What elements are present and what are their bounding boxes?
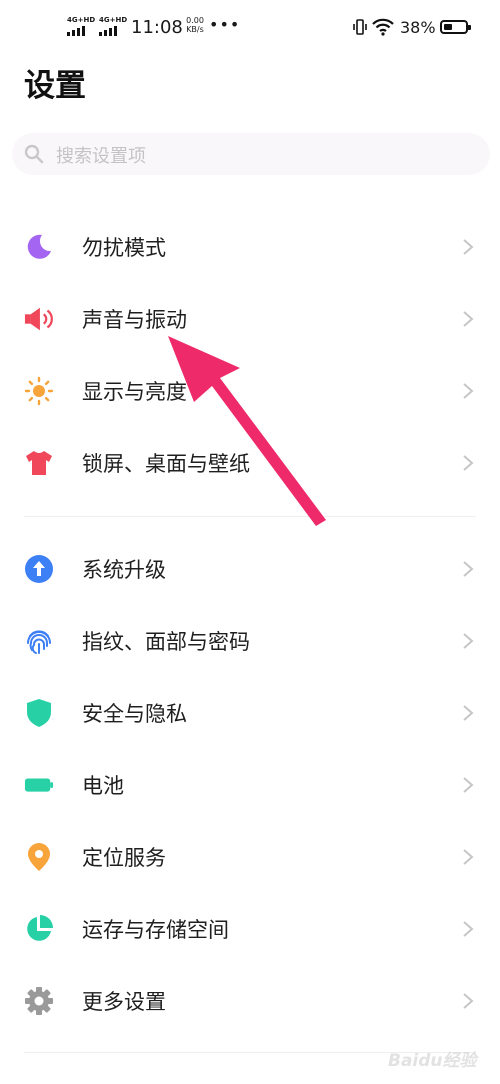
watermark-logo: Baidu经验 [384, 1040, 496, 1076]
speaker-icon [24, 304, 54, 334]
settings-item-label: 运存与存储空间 [82, 918, 229, 942]
more-notifications-icon: ••• [209, 15, 241, 34]
settings-item-label: 安全与隐私 [82, 702, 187, 726]
settings-item-lockscreen-wallpaper[interactable]: 锁屏、桌面与壁纸 [0, 426, 500, 498]
chevron-right-icon [463, 849, 474, 865]
settings-item-battery[interactable]: 电池 [0, 748, 500, 820]
watermark-text: Baidu经验 [388, 1051, 477, 1071]
settings-item-label: 指纹、面部与密码 [82, 630, 250, 654]
vibrate-icon [353, 19, 367, 35]
network-type-label: 4G+HD [67, 16, 96, 24]
section-divider [24, 516, 476, 517]
settings-item-sound-vibration[interactable]: 声音与振动 [0, 282, 500, 354]
settings-item-memory-storage[interactable]: 运存与存储空间 [0, 892, 500, 964]
gear-icon [24, 986, 54, 1016]
network-type-label: 4G+HD [99, 16, 128, 24]
search-icon [24, 144, 44, 164]
shield-icon [24, 698, 54, 728]
chevron-right-icon [463, 239, 474, 255]
moon-icon [24, 232, 54, 262]
settings-item-label: 定位服务 [82, 846, 166, 870]
settings-item-label: 勿扰模式 [82, 236, 166, 260]
settings-item-security-privacy[interactable]: 安全与隐私 [0, 676, 500, 748]
settings-item-location[interactable]: 定位服务 [0, 820, 500, 892]
pie-chart-icon [24, 914, 54, 944]
settings-item-label: 系统升级 [82, 558, 166, 582]
settings-item-fingerprint-face-password[interactable]: 指纹、面部与密码 [0, 604, 500, 676]
search-placeholder: 搜索设置项 [56, 146, 146, 167]
fingerprint-icon [24, 626, 54, 656]
network-speed-unit: KB/s [186, 25, 204, 34]
search-input[interactable]: 搜索设置项 [12, 133, 490, 175]
settings-item-system-upgrade[interactable]: 系统升级 [0, 532, 500, 604]
page-title: 设置 [24, 68, 86, 104]
chevron-right-icon [463, 311, 474, 327]
status-bar: 4G+HD 4G+HD 11:08 0.00 KB/s ••• 38% [0, 0, 500, 56]
battery-level-fill [444, 24, 452, 30]
battery-icon [440, 20, 471, 34]
battery-percent: 38% [400, 18, 436, 37]
settings-item-more-settings[interactable]: 更多设置 [0, 964, 500, 1036]
wifi-icon [372, 18, 394, 36]
signal-indicator-sim1: 4G+HD [67, 16, 97, 38]
chevron-right-icon [463, 777, 474, 793]
settings-item-label: 声音与振动 [82, 308, 187, 332]
signal-bars-icon [99, 26, 117, 36]
upgrade-arrow-icon [24, 554, 54, 584]
chevron-right-icon [463, 921, 474, 937]
chevron-right-icon [463, 561, 474, 577]
settings-item-do-not-disturb[interactable]: 勿扰模式 [0, 210, 500, 282]
settings-item-label: 锁屏、桌面与壁纸 [82, 452, 250, 476]
chevron-right-icon [463, 455, 474, 471]
signal-bars-icon [67, 26, 85, 36]
battery-icon [24, 770, 54, 800]
tshirt-icon [24, 448, 54, 478]
settings-item-label: 显示与亮度 [82, 380, 187, 404]
chevron-right-icon [463, 993, 474, 1009]
sun-icon [24, 376, 54, 406]
settings-item-label: 电池 [82, 774, 124, 798]
network-speed-value: 0.00 [186, 16, 204, 25]
settings-item-label: 更多设置 [82, 990, 166, 1014]
settings-item-display-brightness[interactable]: 显示与亮度 [0, 354, 500, 426]
chevron-right-icon [463, 633, 474, 649]
chevron-right-icon [463, 383, 474, 399]
signal-indicator-sim2: 4G+HD [99, 16, 129, 38]
location-pin-icon [24, 842, 54, 872]
clock: 11:08 [131, 17, 183, 38]
network-speed: 0.00 KB/s [184, 16, 206, 34]
chevron-right-icon [463, 705, 474, 721]
